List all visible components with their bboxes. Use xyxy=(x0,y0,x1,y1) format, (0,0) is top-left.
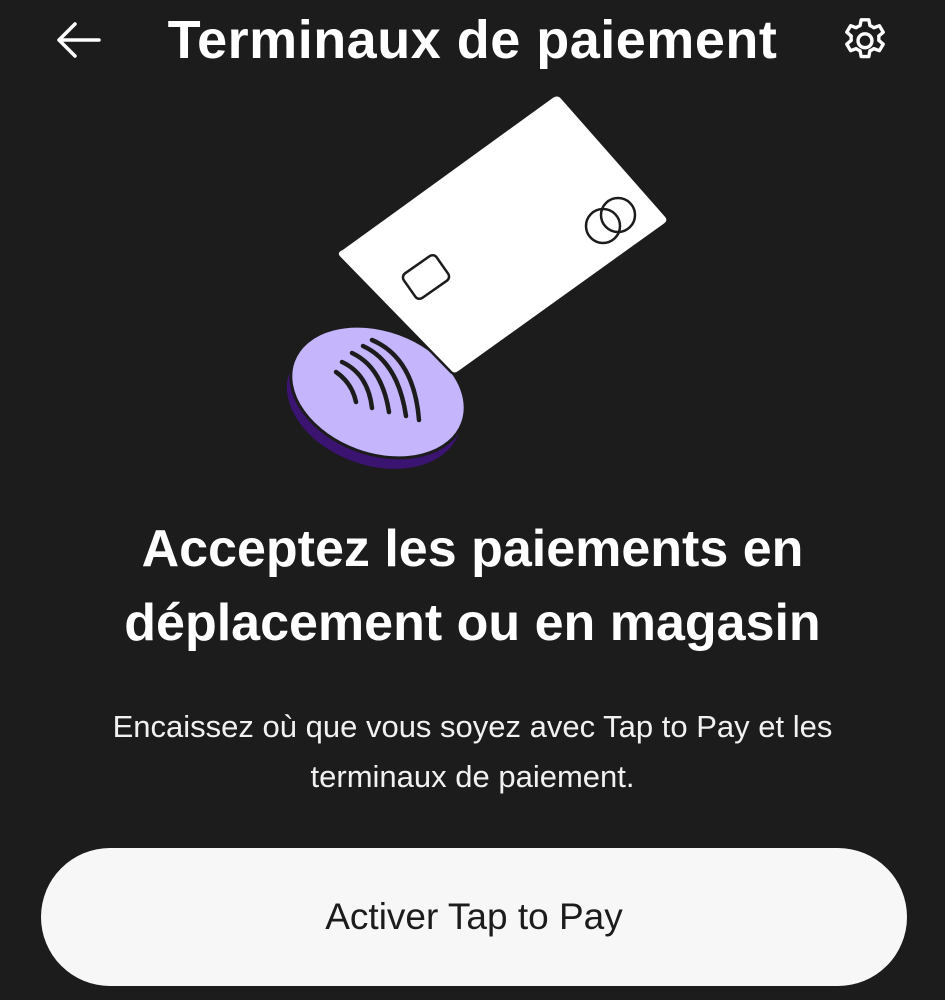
page-title: Terminaux de paiement xyxy=(167,10,778,70)
top-bar: Terminaux de paiement xyxy=(0,0,945,84)
headline: Acceptez les paiements en déplacement ou… xyxy=(124,520,821,652)
activate-tap-to-pay-label: Activer Tap to Pay xyxy=(325,896,623,937)
description: Encaissez où que vous soyez avec Tap to … xyxy=(112,709,833,794)
activate-tap-to-pay-button[interactable]: Activer Tap to Pay xyxy=(41,848,907,986)
app-screen: Terminaux de paiement Acceptez les paiem… xyxy=(0,0,945,1000)
payment-illustration xyxy=(286,94,669,469)
settings-button[interactable] xyxy=(836,14,894,68)
gear-icon xyxy=(845,18,885,59)
